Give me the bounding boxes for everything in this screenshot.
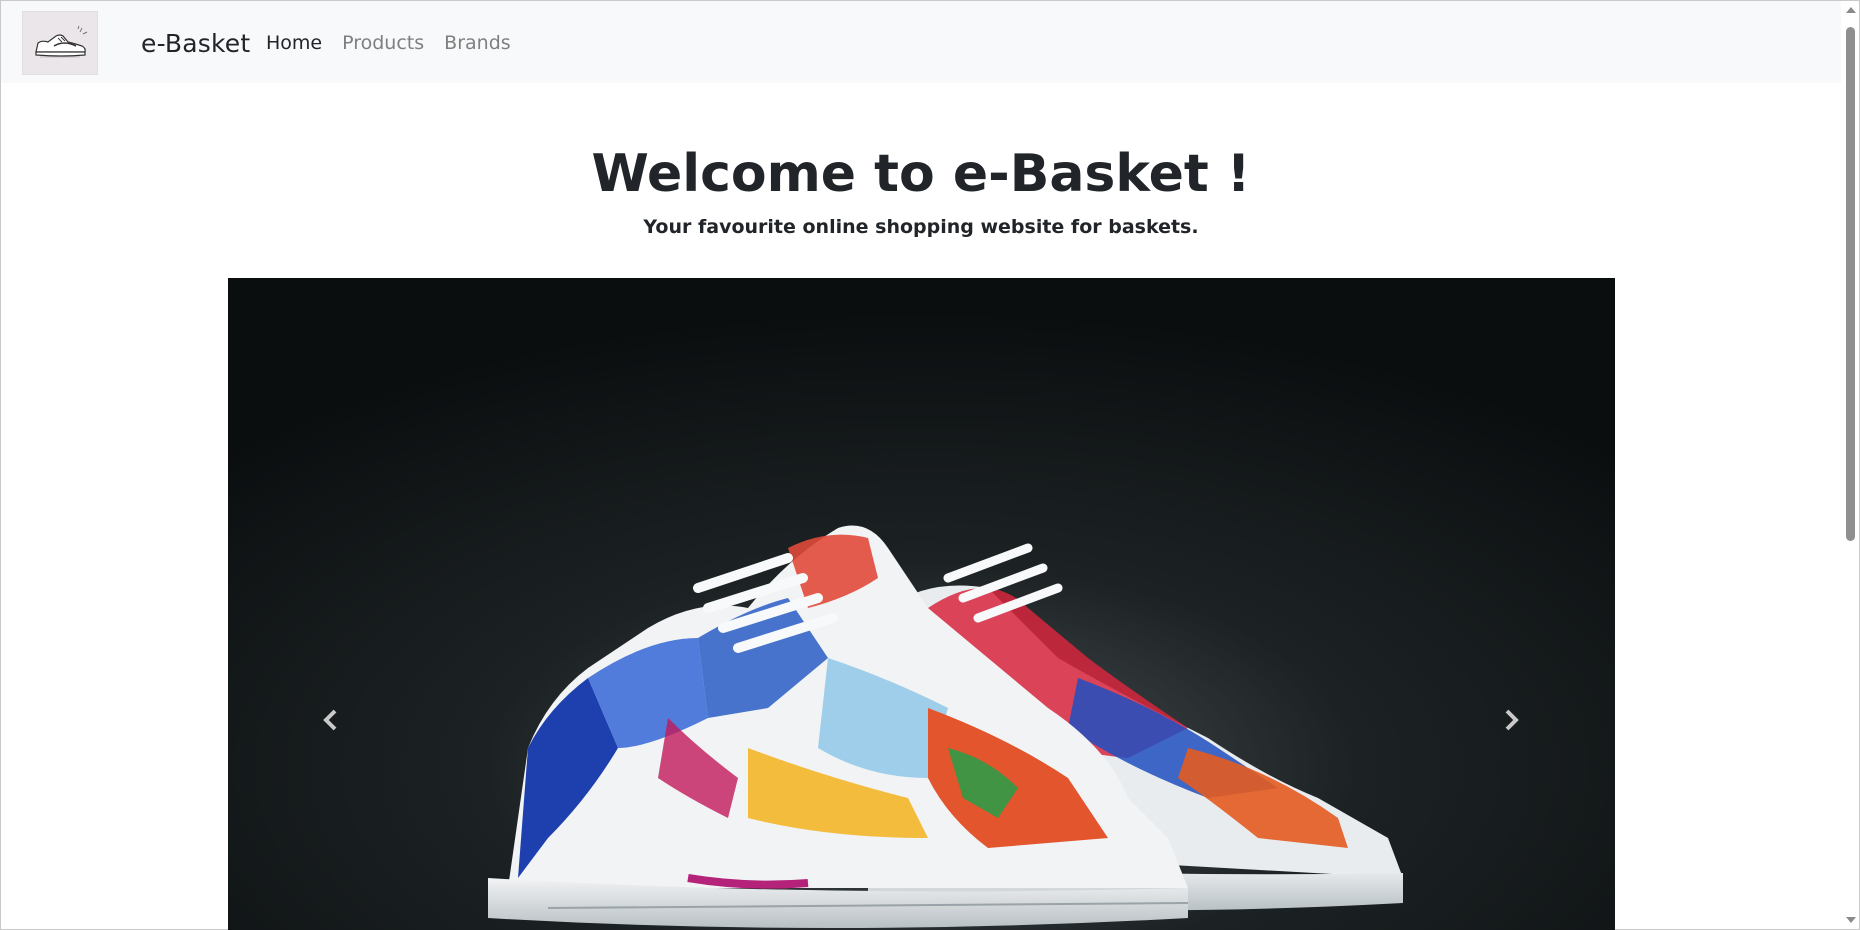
- page-title: Welcome to e-Basket !: [591, 144, 1251, 204]
- page-subtitle: Your favourite online shopping website f…: [643, 216, 1199, 238]
- page-scrollbar[interactable]: [1842, 1, 1859, 929]
- scroll-up-arrow-icon[interactable]: [1846, 7, 1856, 13]
- carousel-next-button[interactable]: [1491, 700, 1531, 740]
- nav-link-brands[interactable]: Brands: [444, 32, 511, 54]
- hero-carousel: [228, 278, 1615, 930]
- scroll-down-arrow-icon[interactable]: [1846, 917, 1856, 923]
- chevron-right-icon: [1505, 709, 1519, 731]
- brand-name[interactable]: e-Basket: [141, 29, 250, 58]
- scrollbar-thumb[interactable]: [1846, 27, 1855, 541]
- nav-links: Home Products Brands: [266, 32, 511, 54]
- chevron-left-icon: [323, 709, 337, 731]
- nav-link-products[interactable]: Products: [342, 32, 424, 54]
- nav-link-home[interactable]: Home: [266, 32, 322, 54]
- sneaker-logo-icon: [35, 26, 88, 58]
- carousel-prev-button[interactable]: [311, 700, 351, 740]
- sneaker-photo: [228, 278, 1615, 930]
- brand-logo[interactable]: [22, 11, 98, 75]
- navbar: e-Basket Home Products Brands: [1, 1, 1841, 83]
